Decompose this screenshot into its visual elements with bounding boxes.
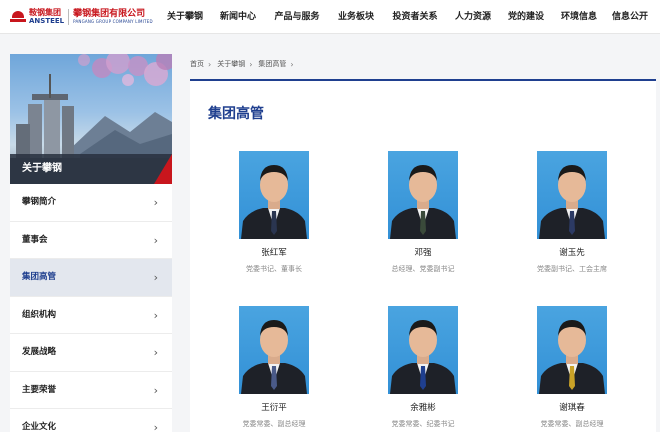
chevron-right-icon: › — [153, 346, 158, 359]
executive-card[interactable]: 谢琪春 党委常委、副总经理 — [502, 306, 642, 429]
sidebar: 关于攀钢 攀钢简介 › 董事会 › 集团高管 › 组织机构 › 发展战略 › 主… — [10, 54, 172, 432]
sidebar-item-label: 企业文化 — [22, 422, 57, 432]
nav-item-party[interactable]: 党的建设 — [500, 0, 552, 34]
executive-photo — [537, 151, 607, 239]
sidebar-title: 关于攀钢 — [10, 154, 172, 184]
breadcrumb-about[interactable]: 关于攀钢 — [217, 59, 245, 69]
site-header: 鞍钢集团 ANSTEEL 攀钢集团有限公司 PANGANG GROUP COMP… — [0, 0, 660, 34]
executive-photo — [537, 306, 607, 394]
executive-card[interactable]: 余雅彬 党委常委、纪委书记 — [353, 306, 493, 429]
executive-photo — [388, 306, 458, 394]
page-title: 集团高管 — [208, 106, 264, 122]
chevron-right-icon: › — [290, 59, 294, 69]
nav-item-hr[interactable]: 人力资源 — [446, 0, 500, 34]
executive-role: 党委常委、纪委书记 — [391, 420, 455, 428]
executive-card[interactable]: 张红军 党委书记、董事长 — [204, 151, 344, 274]
executive-card[interactable]: 王衍平 党委常委、副总经理 — [204, 306, 344, 429]
sidebar-item-label: 集团高管 — [22, 272, 57, 282]
executive-name: 张红军 — [261, 248, 287, 258]
executive-name: 谢玉先 — [559, 248, 585, 258]
executive-photo — [388, 151, 458, 239]
executive-card[interactable]: 谢玉先 党委副书记、工会主席 — [502, 151, 642, 274]
chevron-right-icon: › — [249, 59, 253, 69]
portrait-silhouette — [390, 165, 456, 239]
sidebar-item-executives[interactable]: 集团高管 › — [10, 259, 172, 297]
logo-cn-short: 鞍钢集团 — [29, 8, 61, 17]
portrait-silhouette — [390, 320, 456, 394]
sidebar-item-label: 主要荣誉 — [22, 384, 57, 395]
nav-item-environment[interactable]: 环境信息 — [552, 0, 606, 34]
logo-en-short: ANSTEEL — [29, 17, 65, 25]
chevron-right-icon: › — [153, 233, 158, 247]
chevron-right-icon: › — [153, 196, 158, 209]
executive-photo — [239, 306, 309, 394]
executive-role: 党委书记、董事长 — [246, 265, 302, 273]
nav-item-news[interactable]: 新闻中心 — [210, 0, 266, 34]
executive-photo — [239, 151, 309, 239]
sidebar-item-label: 发展战略 — [22, 347, 57, 357]
executive-card[interactable]: 邓强 总经理、党委副书记 — [353, 151, 493, 274]
nav-item-disclosure[interactable]: 信息公开 — [606, 0, 654, 34]
portrait-silhouette — [241, 165, 307, 239]
executive-role: 党委常委、副总经理 — [242, 420, 306, 428]
company-logo[interactable]: 鞍钢集团 ANSTEEL 攀钢集团有限公司 PANGANG GROUP COMP… — [10, 7, 153, 27]
executive-role: 总经理、党委副书记 — [391, 265, 455, 273]
main-nav: 关于攀钢 新闻中心 产品与服务 业务板块 投资者关系 人力资源 党的建设 环境信… — [160, 0, 654, 34]
sidebar-hero-image: 关于攀钢 — [10, 54, 172, 184]
executive-name: 谢琪春 — [559, 403, 585, 413]
breadcrumb: 首页 › 关于攀钢 › 集团高管 › — [190, 58, 300, 70]
executive-role: 党委常委、副总经理 — [540, 420, 604, 428]
content-panel: 集团高管 张红军 党委书记、董事长 邓强 总经理、党委副书记 谢玉先 党委副书记… — [190, 79, 656, 432]
nav-item-products[interactable]: 产品与服务 — [266, 0, 328, 34]
sidebar-item-label: 攀钢简介 — [22, 197, 57, 207]
nav-item-about[interactable]: 关于攀钢 — [160, 0, 210, 34]
sidebar-item-board[interactable]: 董事会 › — [10, 222, 172, 259]
sidebar-item-profile[interactable]: 攀钢简介 › — [10, 184, 172, 222]
sidebar-item-label: 组织机构 — [22, 309, 57, 320]
chevron-right-icon: › — [153, 383, 158, 397]
sidebar-item-label: 董事会 — [22, 234, 48, 245]
chevron-right-icon: › — [153, 271, 158, 284]
executive-name: 邓强 — [414, 248, 432, 258]
sidebar-item-strategy[interactable]: 发展战略 › — [10, 334, 172, 372]
portrait-silhouette — [539, 320, 605, 394]
sidebar-item-honors[interactable]: 主要荣誉 › — [10, 372, 172, 409]
ansteel-logo-icon — [10, 10, 26, 24]
portrait-silhouette — [241, 320, 307, 394]
nav-item-business[interactable]: 业务板块 — [328, 0, 384, 34]
breadcrumb-home[interactable]: 首页 — [190, 59, 204, 69]
executive-role: 党委副书记、工会主席 — [537, 265, 607, 273]
executive-name: 余雅彬 — [410, 403, 436, 413]
nav-item-investors[interactable]: 投资者关系 — [384, 0, 446, 34]
logo-cn-full: 攀钢集团有限公司 — [73, 9, 146, 19]
executive-name: 王衍平 — [261, 403, 287, 413]
sidebar-item-culture[interactable]: 企业文化 › — [10, 409, 172, 432]
sidebar-item-organization[interactable]: 组织机构 › — [10, 297, 172, 334]
chevron-right-icon: › — [208, 59, 212, 69]
chevron-right-icon: › — [153, 308, 158, 322]
sidebar-title-accent — [154, 154, 172, 184]
breadcrumb-current[interactable]: 集团高管 — [258, 59, 286, 69]
logo-en-full: PANGANG GROUP COMPANY LIMITED — [73, 19, 153, 24]
portrait-silhouette — [539, 165, 605, 239]
chevron-right-icon: › — [153, 421, 158, 432]
